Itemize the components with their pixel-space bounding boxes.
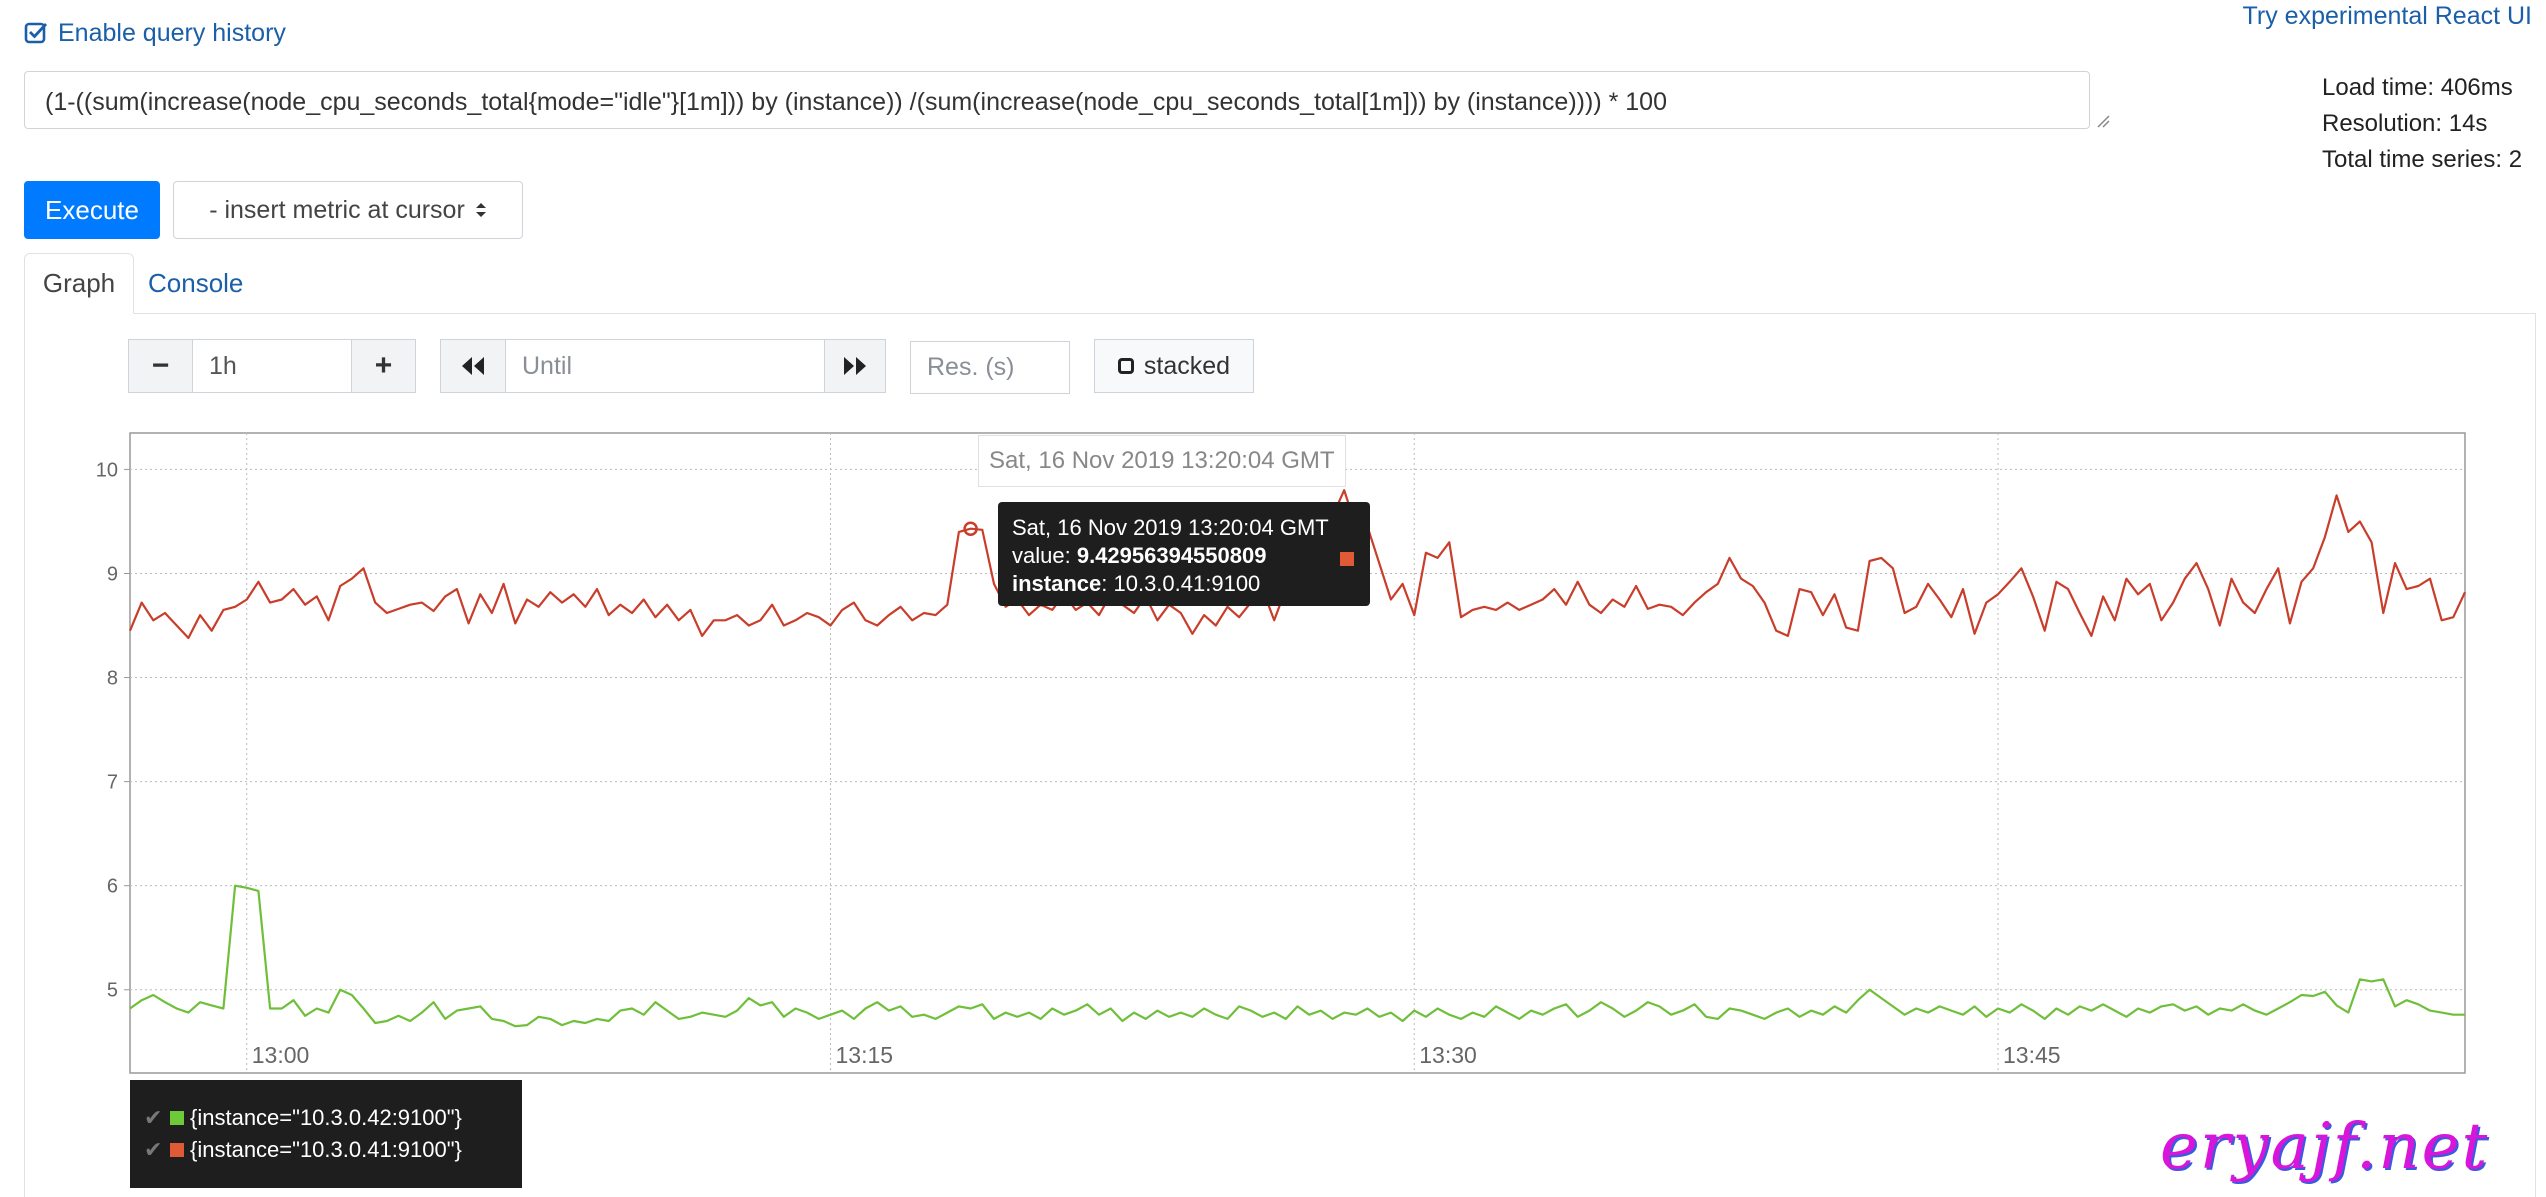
tooltip-series-swatch bbox=[1340, 552, 1354, 566]
tooltip-instance-label: instance bbox=[1012, 571, 1102, 596]
watermark-text: eryajf.net bbox=[2160, 1110, 2490, 1184]
x-tick-label: 13:45 bbox=[2003, 1042, 2061, 1068]
y-tick-label: 9 bbox=[107, 563, 118, 585]
hover-time-badge: Sat, 16 Nov 2019 13:20:04 GMT bbox=[978, 435, 1346, 487]
check-icon: ✔ bbox=[144, 1105, 163, 1130]
legend-swatch bbox=[170, 1111, 184, 1125]
tooltip-value-label: value: bbox=[1012, 543, 1077, 568]
legend-item[interactable]: ✔ {instance="10.3.0.42:9100"} bbox=[144, 1102, 522, 1134]
x-tick-label: 13:30 bbox=[1419, 1042, 1477, 1068]
y-tick-label: 8 bbox=[107, 668, 118, 690]
legend-item[interactable]: ✔ {instance="10.3.0.41:9100"} bbox=[144, 1134, 522, 1166]
legend-label: {instance="10.3.0.41:9100"} bbox=[190, 1137, 462, 1162]
tooltip-instance-value: : 10.3.0.41:9100 bbox=[1101, 571, 1261, 596]
legend-label: {instance="10.3.0.42:9100"} bbox=[190, 1105, 462, 1130]
x-tick-label: 13:00 bbox=[252, 1042, 310, 1068]
hover-tooltip: Sat, 16 Nov 2019 13:20:04 GMT value: 9.4… bbox=[998, 502, 1370, 606]
tooltip-time: Sat, 16 Nov 2019 13:20:04 GMT bbox=[1012, 515, 1329, 540]
x-tick-label: 13:15 bbox=[836, 1042, 894, 1068]
graph-legend: ✔ {instance="10.3.0.42:9100"} ✔ {instanc… bbox=[130, 1080, 522, 1188]
y-tick-label: 10 bbox=[96, 459, 118, 481]
y-tick-label: 5 bbox=[107, 980, 118, 1002]
check-icon: ✔ bbox=[144, 1137, 163, 1162]
y-tick-label: 7 bbox=[107, 772, 118, 794]
y-tick-label: 6 bbox=[107, 876, 118, 898]
tooltip-value: 9.42956394550809 bbox=[1076, 543, 1267, 568]
legend-swatch bbox=[170, 1143, 184, 1157]
